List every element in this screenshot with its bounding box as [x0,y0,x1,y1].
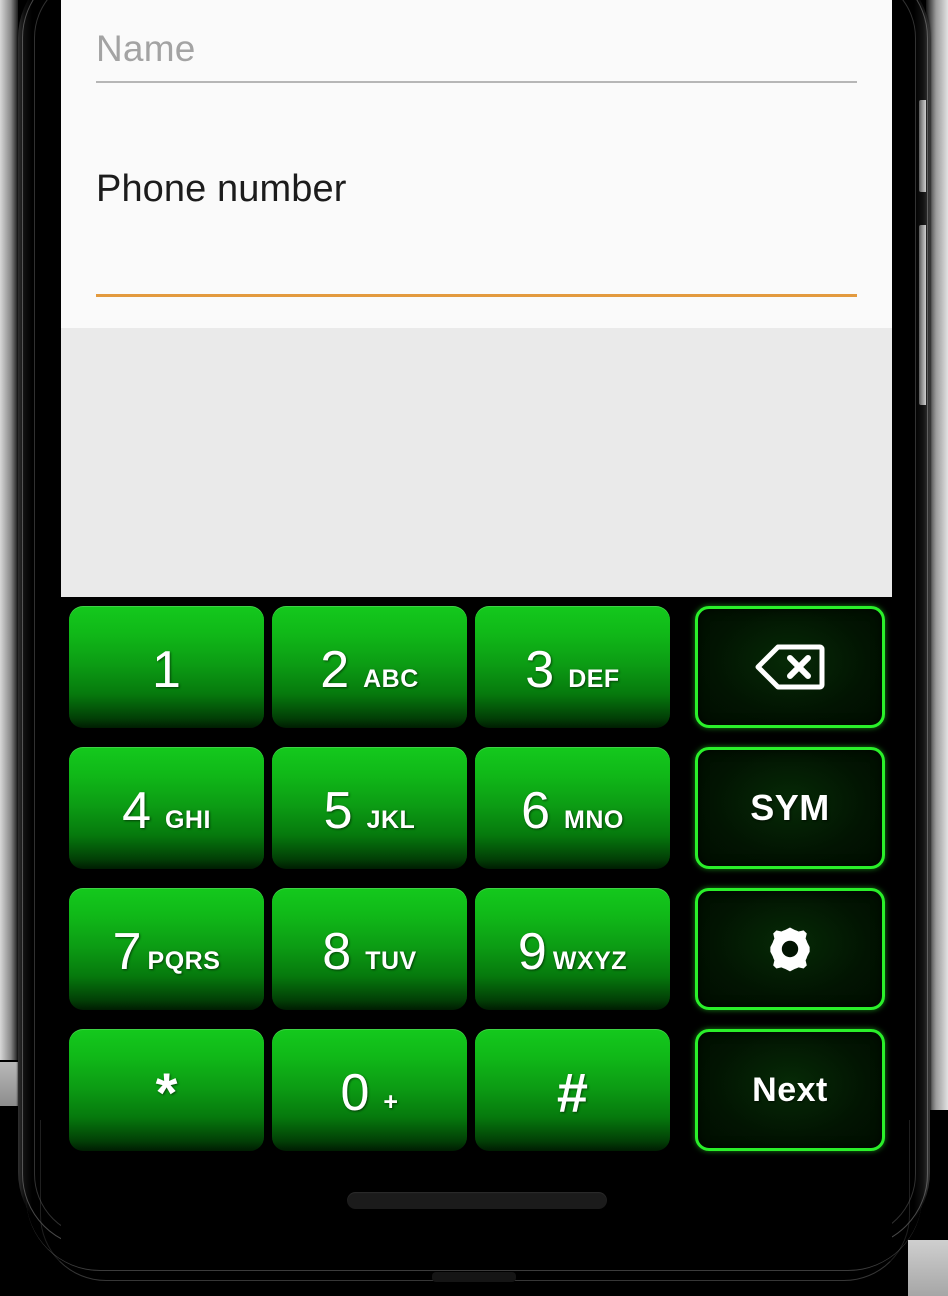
key-5-letters: JKL [366,806,416,834]
name-field-underline [96,81,857,83]
key-settings[interactable] [695,888,885,1010]
key-8[interactable]: 8 TUV [272,888,467,1010]
key-next-label: Next [752,1070,828,1109]
key-1[interactable]: 1 [69,606,264,728]
key-8-digit: 8 [322,923,352,981]
power-button[interactable] [919,225,926,405]
phone-number-label: Phone number [96,168,347,210]
key-hash-glyph: # [556,1061,589,1124]
key-7[interactable]: 7 PQRS [69,888,264,1010]
key-5[interactable]: 5 JKL [272,747,467,869]
key-2[interactable]: 2 ABC [272,606,467,728]
phone-field-underline [96,294,857,297]
keypad-row: * 0 + # Next [61,1029,892,1151]
key-9[interactable]: 9 WXYZ [475,888,670,1010]
key-2-digit: 2 [320,641,350,699]
key-4-letters: GHI [164,806,211,834]
key-sym-label: SYM [750,787,830,828]
contact-form: Name Phone number [61,0,892,328]
key-7-letters: PQRS [147,947,221,975]
key-4[interactable]: 4 GHI [69,747,264,869]
backspace-icon [754,643,826,691]
phone-number-field[interactable]: Phone number [96,170,857,297]
background-edge-left [0,0,18,1060]
key-6-letters: MNO [564,806,624,834]
key-0-digit: 0 [340,1064,370,1122]
phone-screen: Name Phone number 1 2 ABC 3 DEF 4 GHI 5 … [61,0,892,1168]
key-9-digit: 9 [517,923,547,981]
key-3[interactable]: 3 DEF [475,606,670,728]
key-5-digit: 5 [323,782,353,840]
key-1-digit: 1 [152,641,181,699]
phone-number-input[interactable] [96,208,857,294]
key-8-letters: TUV [365,947,417,975]
key-0-plus: + [383,1088,399,1116]
home-indicator[interactable] [346,1192,607,1209]
volume-rocker-button[interactable] [919,100,926,192]
numeric-keypad: 1 2 ABC 3 DEF 4 GHI 5 JKL 6 MNO SYM 7 PQ… [61,597,892,1168]
key-asterisk[interactable]: * [69,1029,264,1151]
phone-chin [61,1168,892,1260]
charging-port [432,1272,516,1282]
key-4-digit: 4 [122,782,151,840]
gear-icon [763,922,817,976]
keypad-row: 4 GHI 5 JKL 6 MNO SYM [61,747,892,869]
key-3-letters: DEF [568,665,620,693]
key-6[interactable]: 6 MNO [475,747,670,869]
photo-scene: Name Phone number 1 2 ABC 3 DEF 4 GHI 5 … [0,0,948,1296]
key-0[interactable]: 0 + [272,1029,467,1151]
key-sym[interactable]: SYM [695,747,885,869]
name-input[interactable]: Name [96,30,857,81]
background-edge-right-lower [908,1240,948,1296]
key-hash[interactable]: # [475,1029,670,1151]
key-asterisk-glyph: * [155,1061,178,1124]
key-6-digit: 6 [521,782,551,840]
key-next[interactable]: Next [695,1029,885,1151]
key-9-letters: WXYZ [552,947,628,975]
keypad-row: 1 2 ABC 3 DEF [61,606,892,728]
keypad-row: 7 PQRS 8 TUV 9 WXYZ [61,888,892,1010]
key-2-letters: ABC [363,665,419,693]
key-3-digit: 3 [525,641,555,699]
name-field[interactable]: Name [96,30,857,83]
key-backspace[interactable] [695,606,885,728]
key-7-digit: 7 [112,923,142,981]
form-filler-area [61,328,892,597]
